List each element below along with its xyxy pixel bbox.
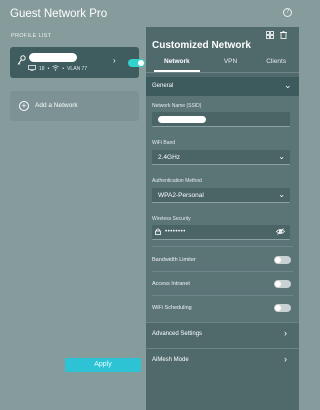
access-intranet-label: Access Intranet [152,281,190,287]
chevron-down-icon: ⌄ [278,190,285,199]
wifi-scheduling-label: WiFi Scheduling [152,305,192,311]
help-icon[interactable]: ? [283,8,292,17]
grid-icon[interactable] [266,31,274,41]
bandwidth-limiter-toggle[interactable] [274,256,291,264]
dot-separator: • [47,66,50,72]
profile-enable-toggle[interactable] [128,59,145,67]
profile-name-redacted [29,53,77,62]
divider [152,246,293,247]
auth-select[interactable]: WPA2-Personal ⌄ [152,188,290,203]
password-input[interactable]: •••••••• [152,225,290,240]
security-label: Wireless Security [152,216,191,222]
chevron-right-icon[interactable]: › [113,56,116,65]
panel-title: Customized Network [152,40,251,51]
app-title: Guest Network Pro [10,8,108,20]
band-select[interactable]: 2.4GHz ⌄ [152,150,290,165]
tab-vpn[interactable]: VPN [208,56,254,72]
tab-network[interactable]: Network [154,56,200,72]
add-network-button[interactable]: + Add a Network [10,91,139,121]
wifi-scheduling-toggle[interactable] [274,304,291,312]
password-value: •••••••• [165,229,186,235]
chevron-down-icon: ⌄ [278,152,285,161]
divider [152,295,293,296]
general-label: General [152,83,174,89]
aimesh-mode-label: AiMesh Mode [152,357,189,363]
profile-meta: 18 • • VLAN 77 [28,65,87,73]
lock-icon [155,228,161,237]
auth-value: WPA2-Personal [158,192,204,199]
band-value: 2.4GHz [158,154,181,161]
chevron-right-icon: › [284,328,287,338]
apply-button[interactable]: Apply [65,358,141,372]
profile-card[interactable]: 18 • • VLAN 77 › [10,47,145,78]
ssid-label: Network Name (SSID) [152,103,202,109]
eye-off-icon[interactable] [275,228,286,237]
device-count: 18 [39,66,45,72]
profile-list-label: PROFILE LIST [11,33,52,39]
general-section-body: Network Name (SSID) WiFi Band 2.4GHz ⌄ A… [146,96,299,338]
aimesh-mode-row[interactable]: AiMesh Mode › [146,348,299,370]
trash-icon[interactable] [280,31,287,41]
advanced-settings-row[interactable]: Advanced Settings › [146,322,299,344]
tab-clients[interactable]: Clients [253,56,299,72]
ssid-input[interactable] [152,112,290,127]
band-label: WiFi Band [152,140,176,146]
vlan-label: VLAN 77 [67,66,88,72]
bandwidth-limiter-label: Bandwidth Limiter [152,257,196,263]
divider [152,271,293,272]
panel-actions [266,31,287,41]
advanced-settings-label: Advanced Settings [152,331,203,337]
ssid-redacted [158,116,206,123]
wifi-icon [52,65,60,73]
panel-tabs: Network VPN Clients [146,56,299,72]
key-icon [17,53,26,71]
add-network-label: Add a Network [35,102,78,109]
chevron-down-icon: ⌄ [284,80,292,90]
general-section-header[interactable]: General ⌄ [146,77,299,96]
dot-separator: • [62,66,65,72]
chevron-right-icon: › [284,354,287,364]
plus-circle-icon: + [19,101,29,111]
customized-network-panel: Customized Network Network VPN Clients G… [146,27,299,410]
auth-label: Authentication Method [152,178,202,184]
monitor-icon [28,65,36,73]
tab-divider [146,72,299,73]
access-intranet-toggle[interactable] [274,280,291,288]
